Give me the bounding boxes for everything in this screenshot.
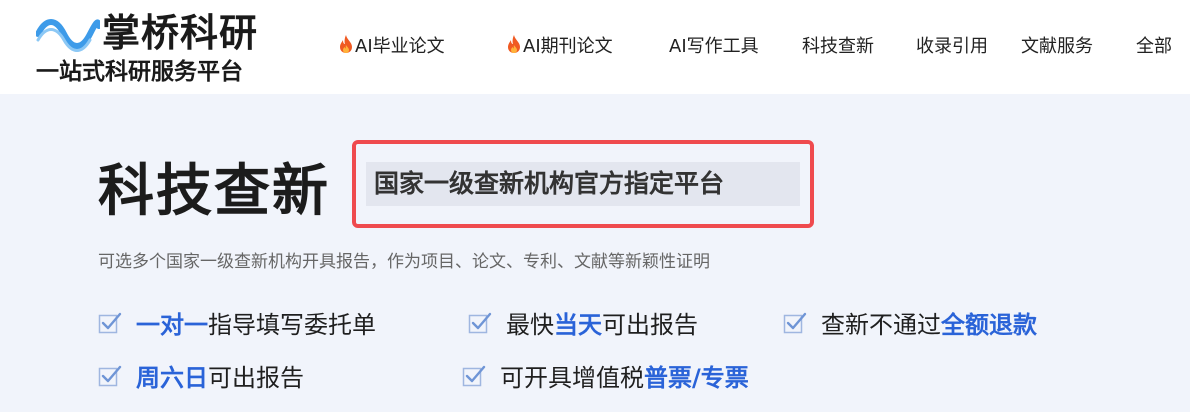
site-header: 掌桥科研 一站式科研服务平台 AI毕业论文 AI期刊论文 AI写作工具 科技查新… — [0, 0, 1190, 94]
feature-item: 最快当天可出报告 — [468, 308, 698, 342]
feature-highlight: 当天 — [554, 311, 602, 339]
feature-item: 周六日可出报告 — [98, 361, 304, 395]
checkbox-checked-icon — [783, 312, 807, 334]
feature-text: 查新不通过 — [821, 311, 941, 339]
feature-text: 最快 — [506, 311, 554, 339]
fire-icon — [340, 35, 352, 53]
nav-label: AI期刊论文 — [523, 36, 613, 57]
checkbox-checked-icon — [98, 312, 122, 334]
feature-text: 指导填写委托单 — [208, 311, 376, 339]
nav-item-ai-thesis[interactable]: AI毕业论文 — [338, 30, 445, 64]
nav-item-ai-journal[interactable]: AI期刊论文 — [506, 30, 613, 64]
hero-section: 科技查新 国家一级查新机构官方指定平台 可选多个国家一级查新机构开具报告，作为项… — [0, 94, 1190, 412]
feature-text: 可出报告 — [208, 364, 304, 392]
feature-item: 可开具增值税普票/专票 — [462, 361, 749, 395]
nav-item-literature[interactable]: 文献服务 — [1021, 30, 1093, 64]
nav-item-novelty-search[interactable]: 科技查新 — [802, 30, 874, 64]
main-nav: AI毕业论文 AI期刊论文 AI写作工具 科技查新 收录引用 文献服务 全部 — [0, 30, 1190, 64]
checkbox-checked-icon — [98, 365, 122, 387]
hero-description: 可选多个国家一级查新机构开具报告，作为项目、论文、专利、文献等新颖性证明 — [98, 252, 710, 272]
feature-highlight: 普票/专票 — [644, 364, 749, 392]
feature-text: 可开具增值税 — [500, 364, 644, 392]
tagline-highlight-box: 国家一级查新机构官方指定平台 — [352, 140, 814, 228]
feature-item: 一对一指导填写委托单 — [98, 308, 376, 342]
nav-item-ai-writing[interactable]: AI写作工具 — [669, 30, 759, 64]
checkbox-checked-icon — [468, 312, 492, 334]
nav-item-citation[interactable]: 收录引用 — [916, 30, 988, 64]
feature-highlight: 一对一 — [136, 311, 208, 339]
nav-label: AI毕业论文 — [355, 36, 445, 57]
feature-highlight: 周六日 — [136, 364, 208, 392]
feature-highlight: 全额退款 — [941, 311, 1037, 339]
feature-item: 查新不通过全额退款 — [783, 308, 1037, 342]
hero-tagline: 国家一级查新机构官方指定平台 — [366, 162, 800, 206]
page-title: 科技查新 — [98, 159, 330, 224]
nav-item-all[interactable]: 全部 — [1136, 30, 1172, 64]
fire-icon — [508, 35, 520, 53]
feature-text-after: 可出报告 — [602, 311, 698, 339]
checkbox-checked-icon — [462, 365, 486, 387]
